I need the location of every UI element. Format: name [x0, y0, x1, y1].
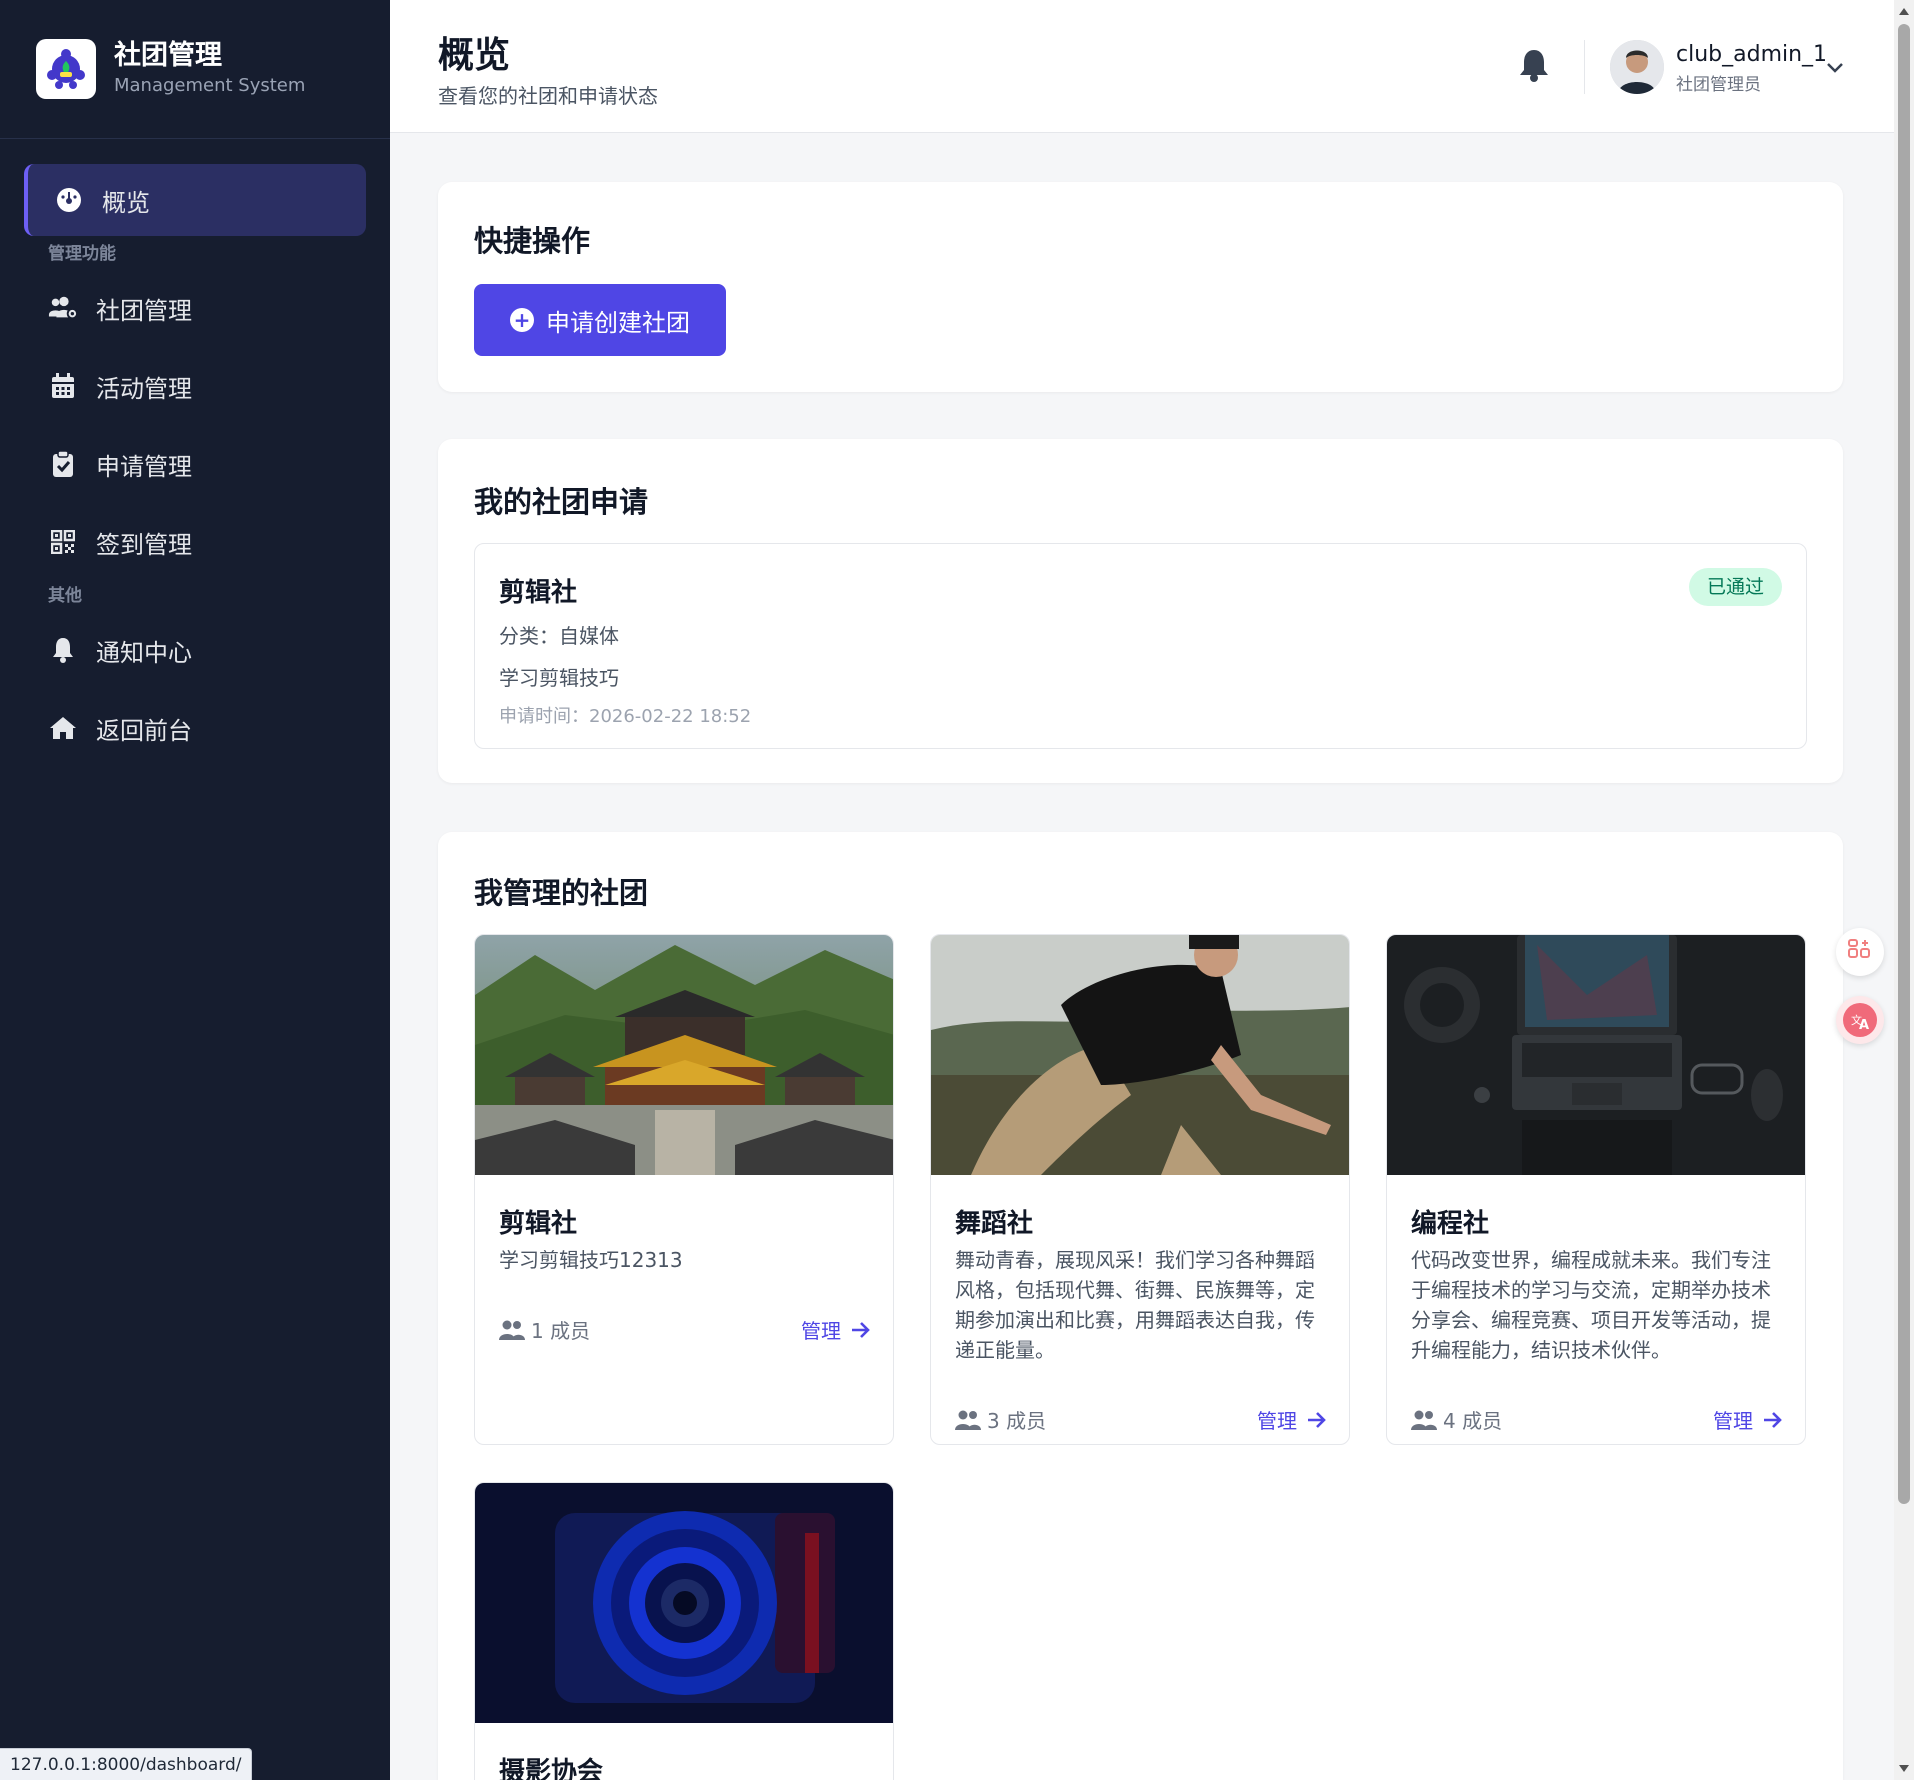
create-club-button-label: 申请创建社团 — [546, 308, 690, 337]
club-members: 1 成员 — [499, 1315, 590, 1344]
sidebar-item-overview-label: 概览 — [102, 188, 150, 217]
user-role: 社团管理员 — [1676, 75, 1761, 95]
quick-actions-title: 快捷操作 — [474, 224, 591, 258]
sidebar-item-activities-label: 活动管理 — [96, 374, 192, 403]
arrow-right-icon — [1764, 1411, 1782, 1428]
translate-icon[interactable]: 文A — [1836, 996, 1884, 1044]
quick-actions-card: 快捷操作 + 申请创建社团 — [438, 182, 1843, 392]
applications-title: 我的社团申请 — [474, 485, 649, 519]
club-description: 学习剪辑技巧12313 — [499, 1248, 683, 1272]
club-name: 舞蹈社 — [955, 1209, 1034, 1239]
club-card[interactable]: 摄影协会 — [474, 1482, 894, 1780]
status-badge: 已通过 — [1688, 568, 1782, 606]
club-manage-label: 管理 — [801, 1319, 841, 1343]
club-description: 代码改变世界，编程成就未来。我们专注于编程技术的学习与交流，定期举办技术分享会、… — [1411, 1248, 1771, 1362]
club-manage-label: 管理 — [1257, 1409, 1297, 1433]
club-name: 编程社 — [1411, 1209, 1490, 1239]
sidebar-nav: 概览 管理功能 社团管理 活动管理 申请管理 签到管理 其他 通知中心 返回前台 — [0, 139, 390, 764]
topbar-divider — [1584, 40, 1585, 94]
sidebar-item-applications-label: 申请管理 — [96, 452, 192, 481]
user-avatar[interactable] — [1610, 40, 1664, 94]
nav-section-manage: 管理功能 — [48, 244, 116, 264]
club-name: 摄影协会 — [499, 1757, 604, 1780]
brand-logo-icon — [36, 39, 96, 99]
club-image-dance — [931, 935, 1349, 1175]
scroll-thumb[interactable] — [1898, 24, 1910, 1504]
club-image-camera — [475, 1483, 893, 1723]
application-name: 剪辑社 — [499, 578, 578, 608]
sidebar-item-clubs[interactable]: 社团管理 — [24, 272, 366, 344]
home-icon — [48, 713, 78, 743]
sidebar-item-applications[interactable]: 申请管理 — [24, 428, 366, 500]
clipboard-check-icon — [48, 449, 78, 479]
club-members-count: 3 成员 — [987, 1409, 1047, 1433]
topbar: 概览 查看您的社团和申请状态 club_admin_1 社团管理员 — [390, 0, 1894, 133]
sidebar-item-checkin-label: 签到管理 — [96, 530, 192, 559]
club-members-count: 1 成员 — [531, 1319, 591, 1343]
club-name: 剪辑社 — [499, 1209, 578, 1239]
club-image-temple — [475, 935, 893, 1175]
scroll-up-arrow-icon[interactable] — [1899, 8, 1909, 15]
club-card[interactable]: 编程社 代码改变世界，编程成就未来。我们专注于编程技术的学习与交流，定期举办技术… — [1386, 934, 1806, 1445]
club-card[interactable]: 剪辑社 学习剪辑技巧12313 1 成员 管理 — [474, 934, 894, 1445]
chevron-down-icon[interactable] — [1824, 56, 1848, 80]
scroll-down-arrow-icon[interactable] — [1899, 1765, 1909, 1772]
club-manage-link[interactable]: 管理 — [1257, 1405, 1327, 1434]
brand[interactable]: 社团管理 Management System — [0, 0, 390, 139]
page-title: 概览 — [438, 35, 511, 76]
application-time: 申请时间：2026-02-22 18:52 — [499, 706, 752, 727]
members-icon — [1411, 1410, 1437, 1430]
club-manage-label: 管理 — [1713, 1409, 1753, 1433]
apps-grid-icon[interactable] — [1836, 928, 1884, 976]
members-icon — [499, 1320, 525, 1340]
dashboard-gauge-icon — [54, 185, 84, 215]
club-description: 舞动青春，展现风采！我们学习各种舞蹈风格，包括现代舞、街舞、民族舞等，定期参加演… — [955, 1248, 1315, 1362]
arrow-right-icon — [1308, 1411, 1326, 1428]
link-status-bar: 127.0.0.1:8000/dashboard/ — [0, 1748, 253, 1780]
application-category: 分类：自媒体 — [499, 624, 619, 648]
user-name[interactable]: club_admin_1 — [1676, 42, 1827, 67]
club-members-count: 4 成员 — [1443, 1409, 1503, 1433]
club-manage-link[interactable]: 管理 — [1713, 1405, 1783, 1434]
nav-section-other: 其他 — [48, 586, 82, 606]
page-scrollbar[interactable] — [1894, 0, 1914, 1780]
qrcode-icon — [48, 527, 78, 557]
sidebar-item-clubs-label: 社团管理 — [96, 296, 192, 325]
managed-clubs-card: 我管理的社团 剪辑社 学习剪辑技巧12313 1 成员 管理 舞蹈社 舞动青春，… — [438, 832, 1843, 1780]
applications-card: 我的社团申请 剪辑社 分类：自媒体 学习剪辑技巧 申请时间：2026-02-22… — [438, 439, 1843, 783]
calendar-icon — [48, 371, 78, 401]
sidebar: 社团管理 Management System 概览 管理功能 社团管理 活动管理 — [0, 0, 390, 1780]
application-item[interactable]: 剪辑社 分类：自媒体 学习剪辑技巧 申请时间：2026-02-22 18:52 … — [474, 543, 1807, 749]
managed-clubs-title: 我管理的社团 — [474, 876, 649, 910]
sidebar-item-checkin[interactable]: 签到管理 — [24, 506, 366, 578]
plus-circle-icon: + — [510, 308, 534, 332]
brand-title: 社团管理 — [114, 40, 222, 71]
sidebar-item-overview[interactable]: 概览 — [24, 164, 366, 236]
svg-text:A: A — [1859, 1018, 1869, 1033]
sidebar-item-home-label: 返回前台 — [96, 716, 192, 745]
sidebar-item-notifications-label: 通知中心 — [96, 638, 192, 667]
sidebar-item-activities[interactable]: 活动管理 — [24, 350, 366, 422]
arrow-right-icon — [852, 1321, 870, 1338]
sidebar-item-notifications[interactable]: 通知中心 — [24, 614, 366, 686]
brand-subtitle: Management System — [114, 75, 306, 96]
sidebar-item-home[interactable]: 返回前台 — [24, 692, 366, 764]
club-members: 3 成员 — [955, 1405, 1046, 1434]
create-club-button[interactable]: + 申请创建社团 — [474, 284, 726, 356]
notification-bell-icon[interactable] — [1518, 48, 1554, 84]
bell-icon — [48, 635, 78, 665]
users-gear-icon — [48, 293, 78, 323]
club-image-coding — [1387, 935, 1805, 1175]
club-members: 4 成员 — [1411, 1405, 1502, 1434]
club-card[interactable]: 舞蹈社 舞动青春，展现风采！我们学习各种舞蹈风格，包括现代舞、街舞、民族舞等，定… — [930, 934, 1350, 1445]
application-description: 学习剪辑技巧 — [499, 666, 619, 690]
page-subtitle: 查看您的社团和申请状态 — [438, 84, 658, 108]
club-manage-link[interactable]: 管理 — [801, 1315, 871, 1344]
members-icon — [955, 1410, 981, 1430]
